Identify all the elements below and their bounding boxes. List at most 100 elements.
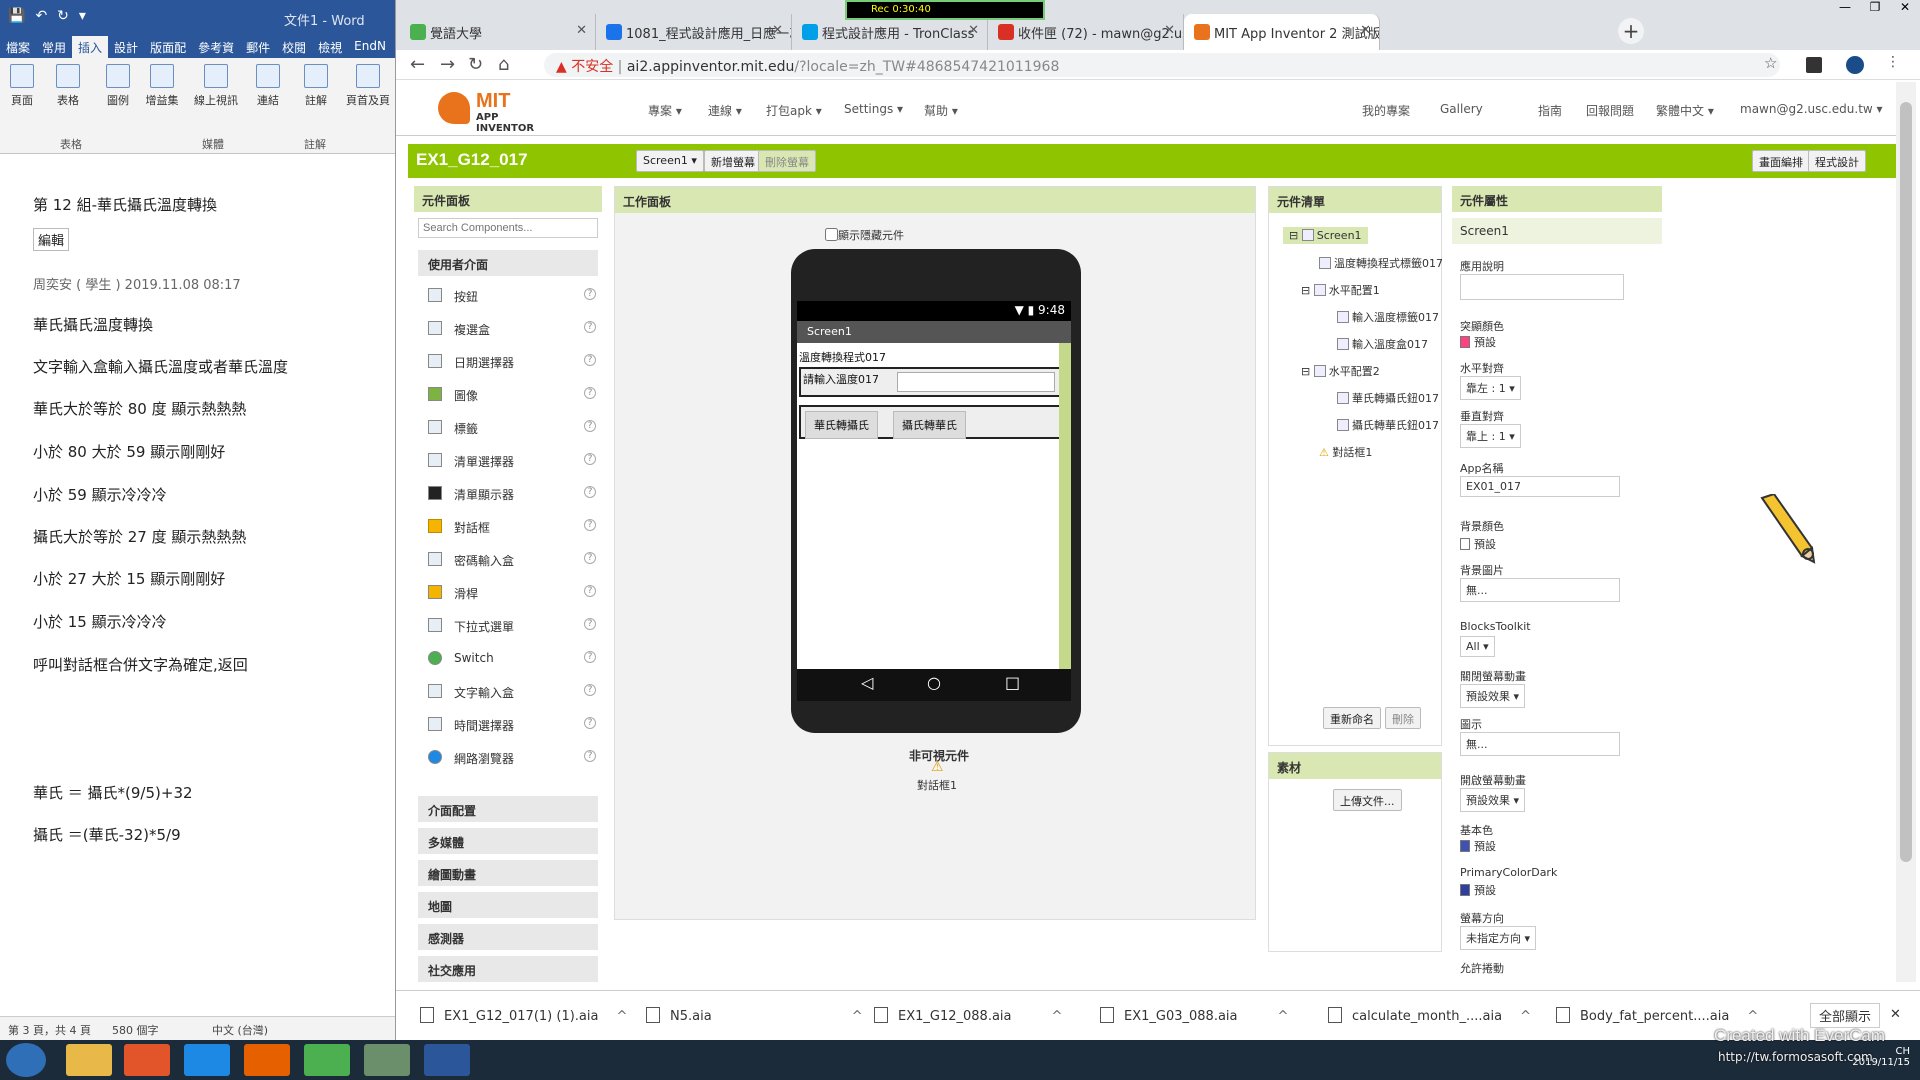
- background-image-input[interactable]: 無...: [1460, 578, 1620, 602]
- forward-icon[interactable]: →: [440, 54, 455, 75]
- f-to-c-button[interactable]: 華氏轉攝氏: [805, 411, 878, 439]
- app-icon[interactable]: [364, 1044, 410, 1076]
- reload-icon[interactable]: ↻: [468, 54, 483, 75]
- menu-settings[interactable]: Settings ▾: [844, 102, 903, 116]
- chevron-up-icon[interactable]: ^: [1278, 1009, 1289, 1024]
- tree-item[interactable]: 輸入溫度標籤017: [1337, 309, 1439, 325]
- help-icon[interactable]: ?: [584, 552, 596, 564]
- primary-dark-value[interactable]: 預設: [1460, 882, 1496, 898]
- online-video-button[interactable]: 線上視訊: [190, 64, 242, 108]
- section-drawing[interactable]: 繪圖動畫: [418, 860, 598, 886]
- section-maps[interactable]: 地圖: [418, 892, 598, 918]
- about-screen-input[interactable]: [1460, 274, 1624, 300]
- download-item[interactable]: Body_fat_percent....aia ^: [1556, 1007, 1758, 1024]
- undo-icon[interactable]: ↶: [35, 8, 47, 24]
- align-vertical-select[interactable]: 靠上 : 1 ▾: [1460, 424, 1521, 448]
- help-icon[interactable]: ?: [584, 684, 596, 696]
- help-icon[interactable]: ?: [584, 585, 596, 597]
- nonvisible-notifier[interactable]: 對話框1: [917, 777, 957, 793]
- redo-icon[interactable]: ↻: [57, 8, 69, 24]
- help-icon[interactable]: ?: [584, 651, 596, 663]
- back-icon[interactable]: ←: [410, 54, 425, 75]
- close-tab-icon[interactable]: ✕: [1360, 23, 1371, 38]
- menu-connect[interactable]: 連線 ▾: [708, 102, 742, 119]
- component-image[interactable]: 圖像?: [424, 381, 600, 407]
- extension-icon[interactable]: [1806, 57, 1822, 73]
- help-icon[interactable]: ?: [584, 387, 596, 399]
- tree-item[interactable]: ⊟ 水平配置2: [1301, 363, 1380, 379]
- tree-item[interactable]: 輸入溫度盒017: [1337, 336, 1428, 352]
- background-color-value[interactable]: 預設: [1460, 536, 1496, 552]
- word-tab-mailings[interactable]: 郵件: [240, 36, 276, 58]
- help-icon[interactable]: ?: [584, 420, 596, 432]
- component-search-input[interactable]: [418, 218, 598, 238]
- temperature-textbox[interactable]: [897, 372, 1055, 392]
- input-label[interactable]: 請輸入溫度017: [803, 371, 879, 387]
- screen-select[interactable]: Screen1 ▾: [636, 150, 704, 172]
- media-player-icon[interactable]: [124, 1044, 170, 1076]
- chrome-icon[interactable]: [304, 1044, 350, 1076]
- minimize-icon[interactable]: —: [1830, 0, 1860, 18]
- help-icon[interactable]: ?: [584, 519, 596, 531]
- download-item[interactable]: N5.aia ^: [646, 1007, 863, 1024]
- menu-projects[interactable]: 專案 ▾: [648, 102, 682, 119]
- new-tab-button[interactable]: +: [1618, 18, 1644, 44]
- close-window-icon[interactable]: ✕: [1890, 0, 1920, 18]
- internet-explorer-icon[interactable]: [184, 1044, 230, 1076]
- blocks-toolkit-select[interactable]: All ▾: [1460, 636, 1495, 657]
- title-label[interactable]: 溫度轉換程式017: [799, 349, 886, 365]
- component-webviewer[interactable]: 網路瀏覽器?: [424, 744, 600, 770]
- add-screen-button[interactable]: 新增螢幕: [704, 150, 762, 172]
- tree-item[interactable]: ⊟ 水平配置1: [1301, 282, 1380, 298]
- edit-button[interactable]: 編輯: [33, 228, 70, 251]
- account-menu[interactable]: mawn@g2.usc.edu.tw ▾: [1740, 102, 1883, 116]
- start-button[interactable]: [6, 1043, 46, 1077]
- component-checkbox[interactable]: 複選盒?: [424, 315, 600, 341]
- more-menu-icon[interactable]: ⋮: [1886, 54, 1900, 70]
- pages-button[interactable]: 頁面: [2, 64, 42, 108]
- close-tab-icon[interactable]: ✕: [772, 23, 783, 38]
- word-tab-view[interactable]: 檢視: [312, 36, 348, 58]
- show-hidden-checkbox-input[interactable]: [825, 228, 838, 241]
- component-button[interactable]: 按鈕?: [424, 282, 600, 308]
- component-listview[interactable]: 清單顯示器?: [424, 480, 600, 506]
- page-scrollbar[interactable]: [1896, 82, 1916, 982]
- component-textbox[interactable]: 文字輸入盒?: [424, 678, 600, 704]
- component-listpicker[interactable]: 清單選擇器?: [424, 447, 600, 473]
- table-button[interactable]: 表格: [48, 64, 88, 108]
- browser-tab-active[interactable]: MIT App Inventor 2 測試版 ✕: [1184, 14, 1380, 50]
- show-all-button[interactable]: 全部顯示: [1810, 1003, 1881, 1028]
- word-document[interactable]: 第 12 組-華氏攝氏溫度轉換 編輯 周奕安 ( 學生 ) 2019.11.08…: [0, 156, 395, 1016]
- help-icon[interactable]: ?: [584, 288, 596, 300]
- close-tab-icon[interactable]: ✕: [1164, 23, 1175, 38]
- chevron-up-icon[interactable]: ^: [1052, 1009, 1063, 1024]
- section-layout[interactable]: 介面配置: [418, 796, 598, 822]
- download-item[interactable]: EX1_G03_088.aia ^: [1100, 1007, 1288, 1024]
- help-icon[interactable]: ?: [584, 321, 596, 333]
- rename-button[interactable]: 重新命名: [1323, 707, 1381, 729]
- component-notifier[interactable]: 對話框?: [424, 513, 600, 539]
- component-slider[interactable]: 滑桿?: [424, 579, 600, 605]
- component-timepicker[interactable]: 時間選擇器?: [424, 711, 600, 737]
- word-tab-endnote[interactable]: EndN: [348, 36, 392, 58]
- download-item[interactable]: EX1_G12_088.aia ^: [874, 1007, 1062, 1024]
- word-tab-review[interactable]: 校閱: [276, 36, 312, 58]
- word-tab-file[interactable]: 檔案: [0, 36, 36, 58]
- chevron-up-icon[interactable]: ^: [1520, 1009, 1531, 1024]
- accent-color-value[interactable]: 預設: [1460, 334, 1496, 350]
- word-tab-references[interactable]: 參考資: [192, 36, 240, 58]
- open-animation-select[interactable]: 預設效果 ▾: [1460, 788, 1526, 812]
- download-item[interactable]: EX1_G12_017(1) (1).aia ^: [420, 1007, 627, 1024]
- help-icon[interactable]: ?: [584, 453, 596, 465]
- comment-button[interactable]: 註解: [296, 64, 336, 108]
- section-sensors[interactable]: 感測器: [418, 924, 598, 950]
- language-menu[interactable]: 繁體中文 ▾: [1656, 102, 1714, 119]
- section-user-interface[interactable]: 使用者介面: [418, 250, 598, 276]
- word-tab-design[interactable]: 設計: [108, 36, 144, 58]
- icon-input[interactable]: 無...: [1460, 732, 1620, 756]
- addins-button[interactable]: 增益集: [142, 64, 182, 108]
- header-footer-button[interactable]: 頁首及頁: [344, 64, 392, 108]
- component-passwordtextbox[interactable]: 密碼輸入盒?: [424, 546, 600, 572]
- close-downloads-icon[interactable]: ✕: [1890, 1007, 1901, 1022]
- delete-button[interactable]: 刪除: [1385, 707, 1421, 729]
